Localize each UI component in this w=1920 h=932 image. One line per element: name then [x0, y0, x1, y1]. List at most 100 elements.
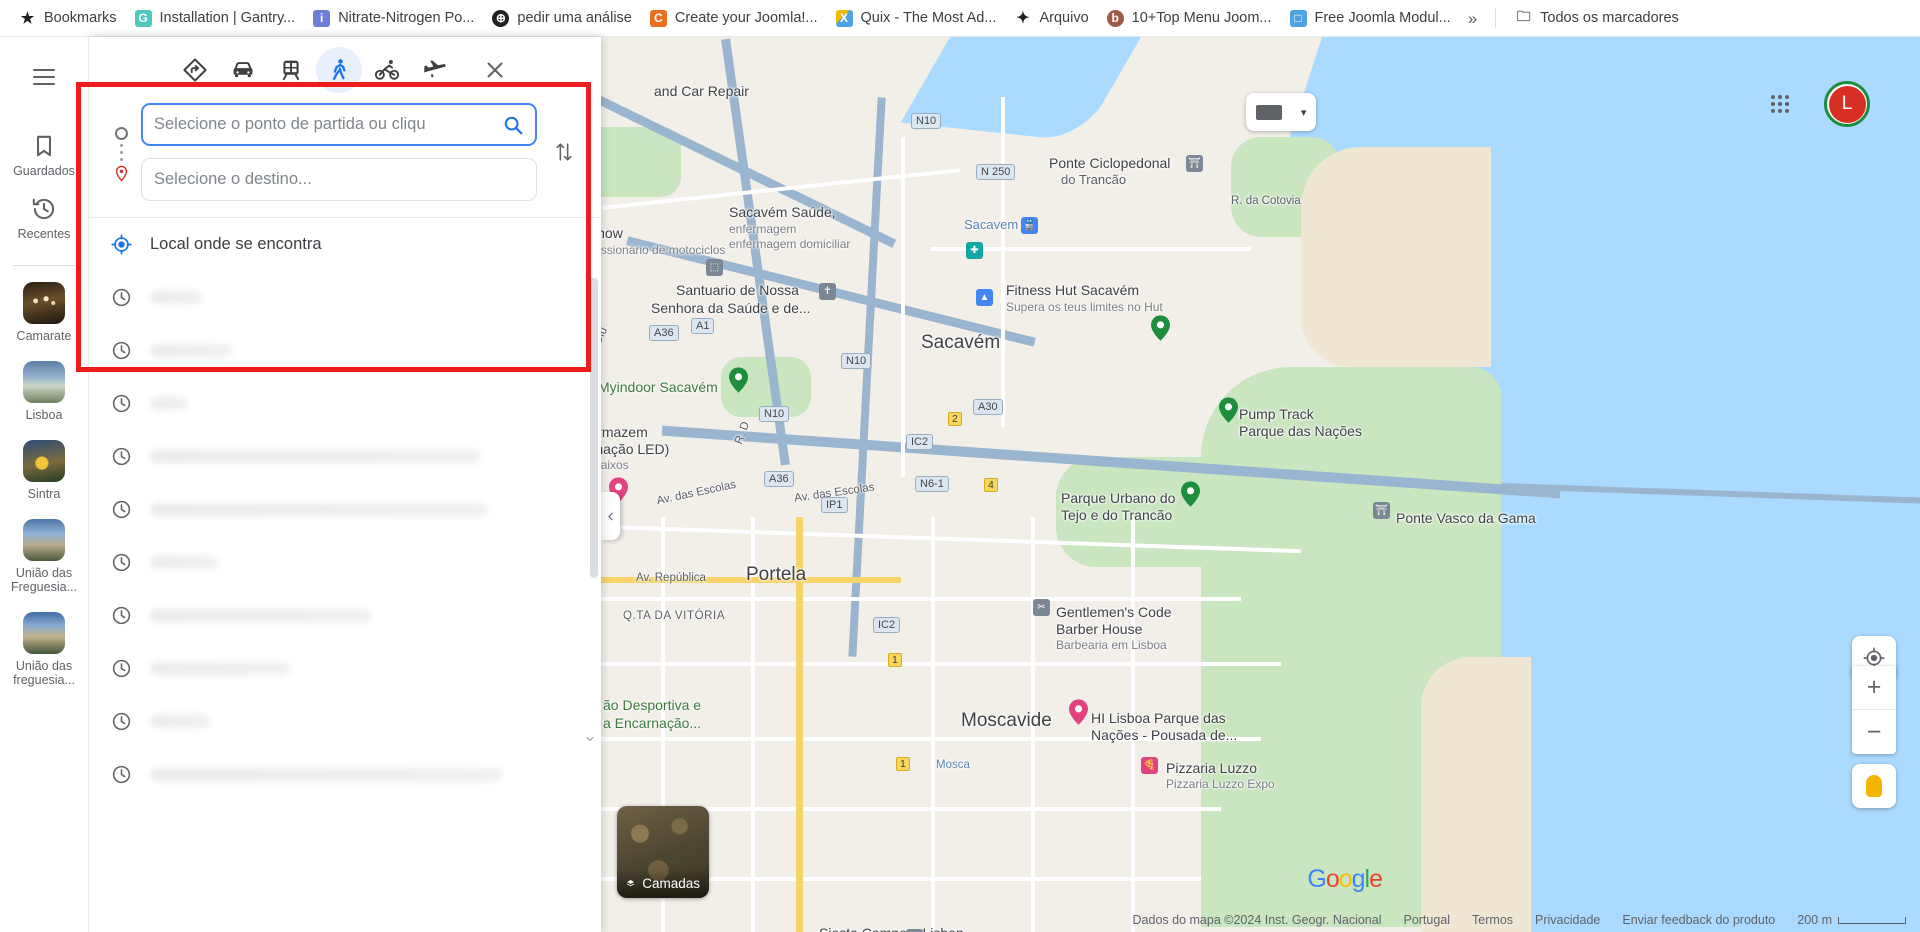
bookmark-item[interactable]: X Quix - The Most Ad...	[827, 4, 1006, 32]
destination-field[interactable]	[141, 158, 537, 201]
street-view-pegman[interactable]	[1852, 764, 1896, 808]
map-poi-marker[interactable]: ✝	[819, 283, 836, 300]
directions-icon	[183, 58, 207, 82]
sidebar-place-label: União das freguesia...	[13, 659, 75, 687]
place-thumbnail	[23, 282, 65, 324]
bookmark-item[interactable]: ⊕ pedir uma análise	[483, 4, 640, 32]
mode-driving-button[interactable]	[220, 47, 266, 93]
plane-icon	[424, 60, 446, 78]
sidebar-place-uniao-2[interactable]: União das freguesia...	[0, 604, 88, 697]
bookmark-item[interactable]: ★ Bookmarks	[10, 4, 126, 32]
footer-link-feedback[interactable]: Enviar feedback do produto	[1622, 913, 1775, 927]
rail-divider	[13, 265, 75, 266]
panel-scrollbar[interactable]	[590, 278, 598, 748]
map-poi-marker[interactable]: ⛩	[1186, 155, 1203, 172]
chevron-left-icon	[608, 512, 613, 520]
map-pin-green[interactable]	[1219, 397, 1238, 423]
logo-letter: G	[1307, 865, 1326, 893]
logo-letter: o	[1338, 865, 1353, 893]
major-road	[601, 577, 901, 583]
origin-circle-icon	[114, 126, 128, 140]
zoom-out-button[interactable]: −	[1852, 710, 1896, 754]
bookmark-item[interactable]: G Installation | Gantry...	[126, 4, 305, 32]
folder-icon: 🗀	[1516, 9, 1531, 25]
menu-icon: b	[1106, 9, 1124, 27]
all-bookmarks-button[interactable]: 🗀 Todos os marcadores	[1506, 4, 1688, 32]
list-item[interactable]	[89, 695, 601, 748]
footer-link-privacy[interactable]: Privacidade	[1535, 913, 1600, 927]
list-item[interactable]	[89, 271, 601, 324]
sidebar-place-uniao-1[interactable]: União das Freguesia...	[0, 511, 88, 604]
hamburger-icon[interactable]	[20, 53, 68, 101]
bookmark-item[interactable]: i Nitrate-Nitrogen Po...	[304, 4, 483, 32]
origin-input[interactable]	[154, 115, 502, 134]
origin-field[interactable]	[141, 103, 537, 146]
sidebar-item-label: Recentes	[17, 227, 71, 241]
account-avatar[interactable]: L	[1824, 81, 1870, 127]
list-item[interactable]	[89, 642, 601, 695]
search-icon[interactable]	[502, 114, 524, 136]
sidebar-place-sintra[interactable]: Sintra	[0, 432, 88, 511]
redacted-label	[150, 609, 372, 622]
bookmark-item[interactable]: b 10+Top Menu Joom...	[1098, 4, 1281, 32]
sidebar-place-label: Lisboa	[25, 408, 63, 422]
sidebar-item-recent[interactable]: Recentes	[0, 188, 88, 251]
list-item[interactable]	[89, 589, 601, 642]
road-shield: A30	[973, 399, 1003, 415]
list-item[interactable]	[89, 748, 601, 801]
close-directions-button[interactable]	[472, 47, 518, 93]
joomla-icon: C	[649, 9, 667, 27]
mode-walking-button[interactable]	[316, 47, 362, 93]
footer-link-terms[interactable]: Termos	[1472, 913, 1513, 927]
map-poi-marker[interactable]: ⛩	[1373, 502, 1390, 519]
list-item[interactable]	[89, 536, 601, 589]
zoom-controls[interactable]: + −	[1852, 666, 1896, 754]
map-pin-green[interactable]	[1151, 315, 1170, 341]
map-poi-marker[interactable]: ✂	[1033, 599, 1050, 616]
bookmark-label: Free Joomla Modul...	[1314, 9, 1451, 26]
bookmark-item[interactable]: ✦ Arquivo	[1005, 4, 1097, 32]
scroll-down-icon[interactable]	[584, 732, 596, 744]
star-icon: ★	[20, 10, 35, 27]
suggestion-current-location[interactable]: Local onde se encontra	[89, 218, 601, 271]
swap-origin-destination-button[interactable]	[543, 131, 585, 173]
globe-icon: ⊕	[492, 9, 510, 27]
google-apps-button[interactable]	[1758, 82, 1802, 126]
bookmarks-overflow-button[interactable]: »	[1460, 6, 1485, 31]
map-pin-green[interactable]	[729, 367, 748, 393]
left-rail: Guardados Recentes Camarate Lisboa Sintr…	[0, 37, 89, 932]
beach-area	[1301, 147, 1491, 367]
layers-button[interactable]: Camadas	[617, 806, 709, 898]
list-item[interactable]	[89, 483, 601, 536]
list-item[interactable]	[89, 430, 601, 483]
mode-transit-button[interactable]	[268, 47, 314, 93]
map-style-selector[interactable]: ▾	[1246, 93, 1316, 131]
mode-best-route-button[interactable]	[172, 47, 218, 93]
beach-area	[1421, 657, 1531, 932]
collapse-panel-button[interactable]	[601, 492, 620, 540]
bookmark-item[interactable]: □ Free Joomla Modul...	[1281, 4, 1460, 32]
bookmark-item[interactable]: C Create your Joomla!...	[641, 4, 827, 32]
list-item[interactable]	[89, 377, 601, 430]
sidebar-item-saved[interactable]: Guardados	[0, 125, 88, 188]
map-pin-green[interactable]	[1181, 481, 1200, 507]
footer-link-portugal[interactable]: Portugal	[1403, 913, 1450, 927]
road-shield: N10	[841, 353, 872, 369]
scrollbar-thumb[interactable]	[590, 278, 598, 578]
road-shield: N10	[911, 113, 942, 129]
map-poi-marker[interactable]: ⬚	[706, 259, 723, 276]
map-transit-marker[interactable]: 🚆	[1021, 217, 1038, 234]
list-item[interactable]	[89, 324, 601, 377]
map-poi-marker[interactable]: ✚	[966, 242, 983, 259]
mode-flights-button[interactable]	[412, 47, 458, 93]
map-pin-hotel[interactable]	[1069, 699, 1088, 725]
map-poi-marker[interactable]: ▲	[976, 289, 993, 306]
sidebar-place-lisboa[interactable]: Lisboa	[0, 353, 88, 432]
map-poi-marker[interactable]: 🍕	[1141, 757, 1158, 774]
map-canvas[interactable]: Sacavém Portela Moscavide Q.TA DA VITÓRI…	[601, 37, 1920, 932]
destination-input[interactable]	[154, 170, 524, 189]
mode-cycling-button[interactable]	[364, 47, 410, 93]
zoom-in-button[interactable]: +	[1852, 666, 1896, 710]
clock-icon	[111, 287, 132, 308]
sidebar-place-camarate[interactable]: Camarate	[0, 274, 88, 353]
